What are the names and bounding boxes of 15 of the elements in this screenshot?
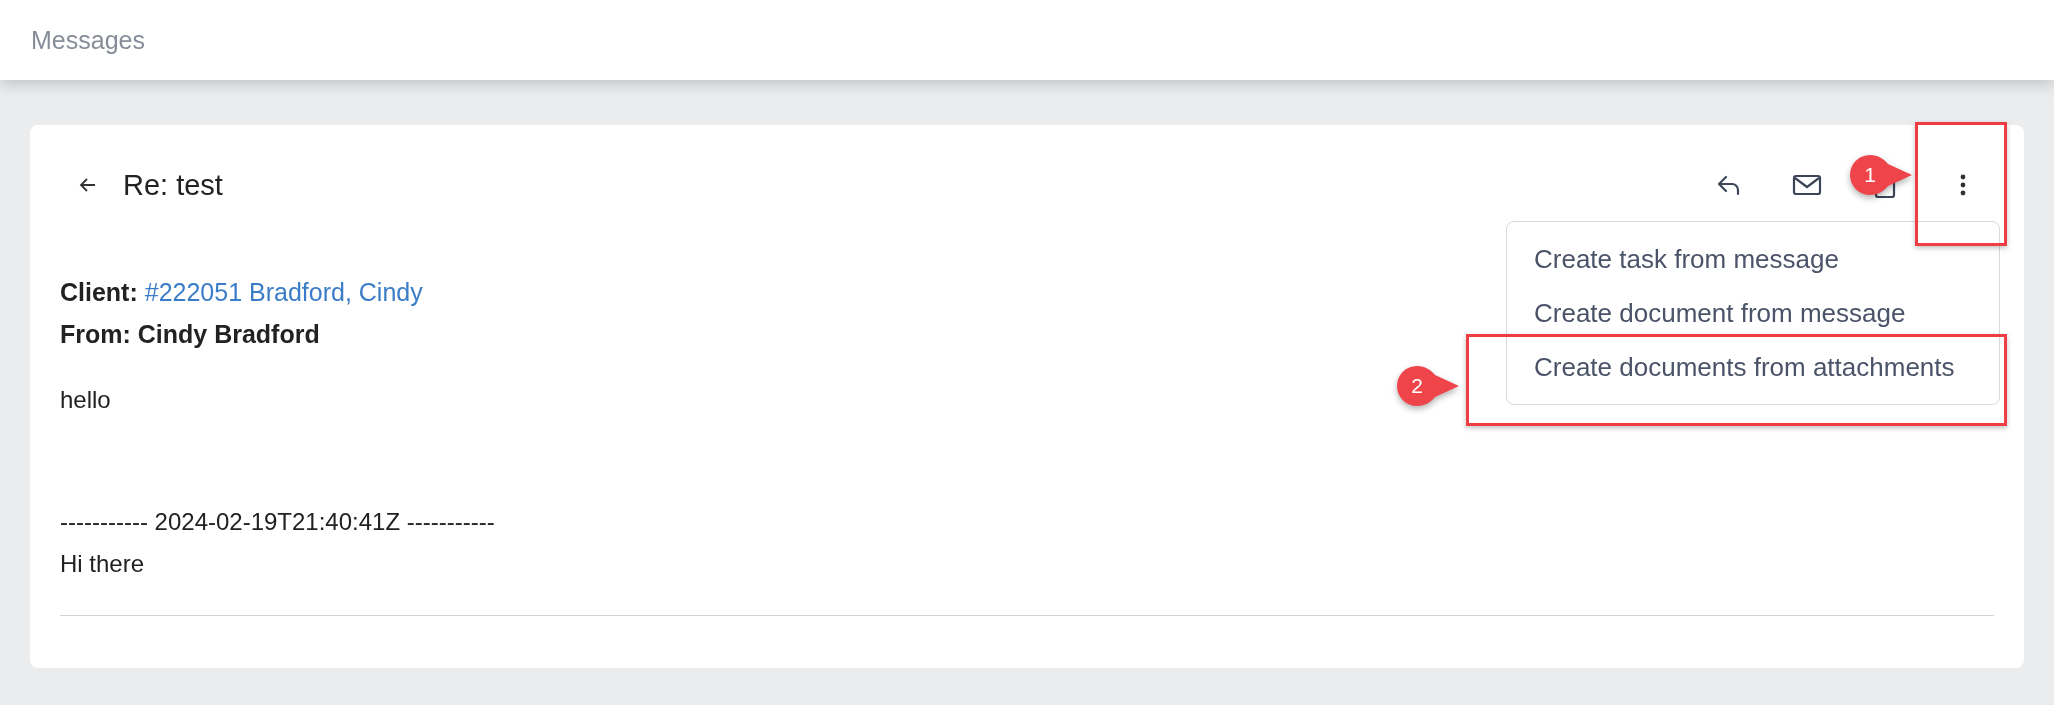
envelope-icon [1792,172,1822,198]
menu-item[interactable]: Create document from message [1507,286,1999,340]
menu-item[interactable]: Create task from message [1507,232,1999,286]
message-subject: Re: test [123,168,223,202]
kebab-menu-icon [1959,173,1967,197]
client-line: Client: #222051 Bradford, Cindy [60,277,423,308]
callout-tooltip: 1 [1848,152,1914,198]
client-link[interactable]: #222051 Bradford, Cindy [144,278,423,306]
body-text: Hi there [60,549,145,579]
callout-tooltip: 2 [1395,363,1461,409]
body-text: ----------- 2024-02-19T21:40:41Z ----------- [60,507,495,537]
page-title: Messages [31,25,145,55]
body-text: hello [60,385,111,415]
sender-line: From: Cindy Bradford [60,319,320,350]
menu-item[interactable]: Create documents from attachments [1507,340,1999,394]
